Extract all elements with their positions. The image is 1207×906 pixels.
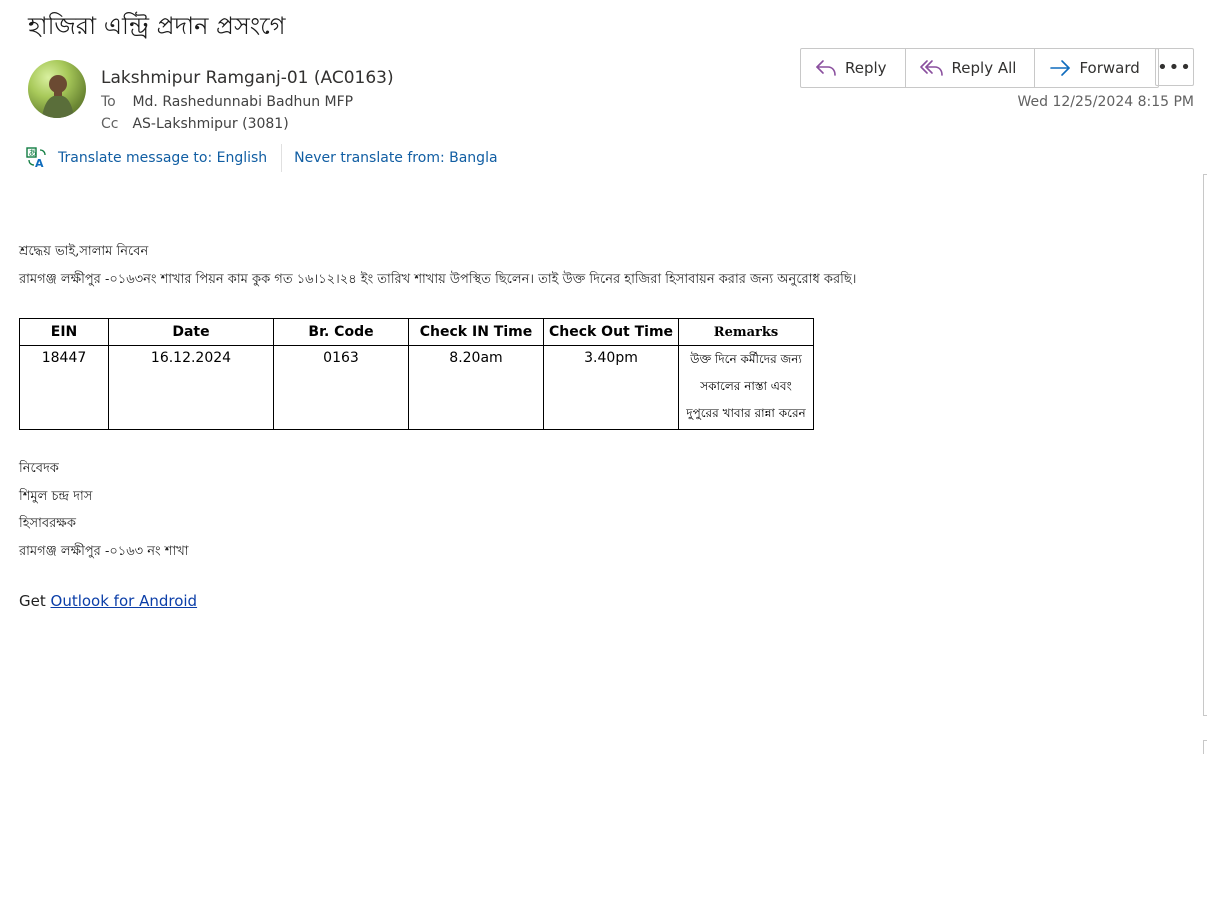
cell-check-in: 8.20am <box>408 345 544 430</box>
sender-name[interactable]: Lakshmipur Ramganj-01 (AC0163) <box>101 68 394 88</box>
reply-all-icon <box>919 60 943 76</box>
remarks-line: সকালের নাস্তা এবং <box>700 379 792 393</box>
footer-prefix: Get <box>19 592 46 610</box>
body-paragraph: রামগঞ্জ লক্ষীপুর -০১৬৩নং শাখার পিয়ন কাম… <box>19 272 857 287</box>
header-remarks: Remarks <box>678 318 814 346</box>
outlook-android-link[interactable]: Outlook for Android <box>51 592 198 610</box>
remarks-line: উক্ত দিনে কর্মীদের জন্য <box>690 352 802 366</box>
email-reading-pane: হাজিরা এন্ট্রি প্রদান প্রসংগে Lakshmipur… <box>0 0 1207 906</box>
header-check-in: Check IN Time <box>408 318 544 346</box>
signature-line: শিমুল চন্দ্র দাস <box>19 489 93 504</box>
body-greeting: শ্রদ্ধেয় ভাই,সালাম নিবেন <box>19 244 149 259</box>
to-label: To <box>101 94 116 110</box>
signature-line: হিসাবরক্ষক <box>19 516 76 531</box>
never-translate-link[interactable]: Never translate from: Bangla <box>294 150 497 166</box>
cell-check-out: 3.40pm <box>543 345 679 430</box>
header-date: Date <box>108 318 274 346</box>
translate-icon: あ A <box>26 147 46 169</box>
body-scrollbar-edge-lower <box>1203 740 1207 754</box>
to-row: To Md. Rashedunnabi Badhun MFP <box>101 94 353 110</box>
cell-br-code: 0163 <box>273 345 409 430</box>
cc-row: Cc AS-Lakshmipur (3081) <box>101 116 289 132</box>
forward-label: Forward <box>1079 59 1140 77</box>
more-actions-button[interactable]: ••• <box>1155 48 1194 86</box>
reply-all-label: Reply All <box>951 59 1017 77</box>
message-actions-toolbar: Reply Reply All Forward <box>800 48 1159 88</box>
table-header-row: EIN Date Br. Code Check IN Time Check Ou… <box>19 318 814 346</box>
avatar-photo-icon <box>42 75 74 118</box>
signature-line: রামগঞ্জ লক্ষীপুর -০১৬৩ নং শাখা <box>19 544 189 559</box>
header-check-out: Check Out Time <box>543 318 679 346</box>
forward-icon <box>1050 60 1071 76</box>
reply-label: Reply <box>845 59 887 77</box>
svg-text:A: A <box>35 157 44 169</box>
more-icon: ••• <box>1157 56 1192 78</box>
cc-recipient[interactable]: AS-Lakshmipur (3081) <box>132 116 288 132</box>
attendance-table: EIN Date Br. Code Check IN Time Check Ou… <box>19 318 814 430</box>
reply-icon <box>816 60 836 76</box>
translate-message-link[interactable]: Translate message to: English <box>58 150 267 166</box>
cell-date: 16.12.2024 <box>108 345 274 430</box>
sender-avatar[interactable] <box>28 60 86 118</box>
remarks-line: দুপুরের খাবার রান্না করেন <box>686 406 806 420</box>
header-br-code: Br. Code <box>273 318 409 346</box>
reply-button[interactable]: Reply <box>801 49 906 87</box>
sent-datetime: Wed 12/25/2024 8:15 PM <box>1017 94 1194 110</box>
cell-ein: 18447 <box>19 345 109 430</box>
body-scrollbar-edge[interactable] <box>1203 174 1207 716</box>
email-subject: হাজিরা এন্ট্রি প্রদান প্রসংগে <box>28 12 286 40</box>
table-row: 18447 16.12.2024 0163 8.20am 3.40pm উক্ত… <box>19 345 814 430</box>
cell-remarks: উক্ত দিনে কর্মীদের জন্য সকালের নাস্তা এব… <box>678 345 814 430</box>
translate-divider <box>281 144 283 172</box>
header-ein: EIN <box>19 318 109 346</box>
to-recipient[interactable]: Md. Rashedunnabi Badhun MFP <box>132 94 353 110</box>
outlook-footer: Get Outlook for Android <box>19 592 197 610</box>
forward-button[interactable]: Forward <box>1035 49 1157 87</box>
cc-label: Cc <box>101 116 119 132</box>
translate-bar: あ A Translate message to: English Never … <box>26 144 498 172</box>
signature-line: নিবেদক <box>19 461 59 476</box>
reply-all-button[interactable]: Reply All <box>906 49 1036 87</box>
